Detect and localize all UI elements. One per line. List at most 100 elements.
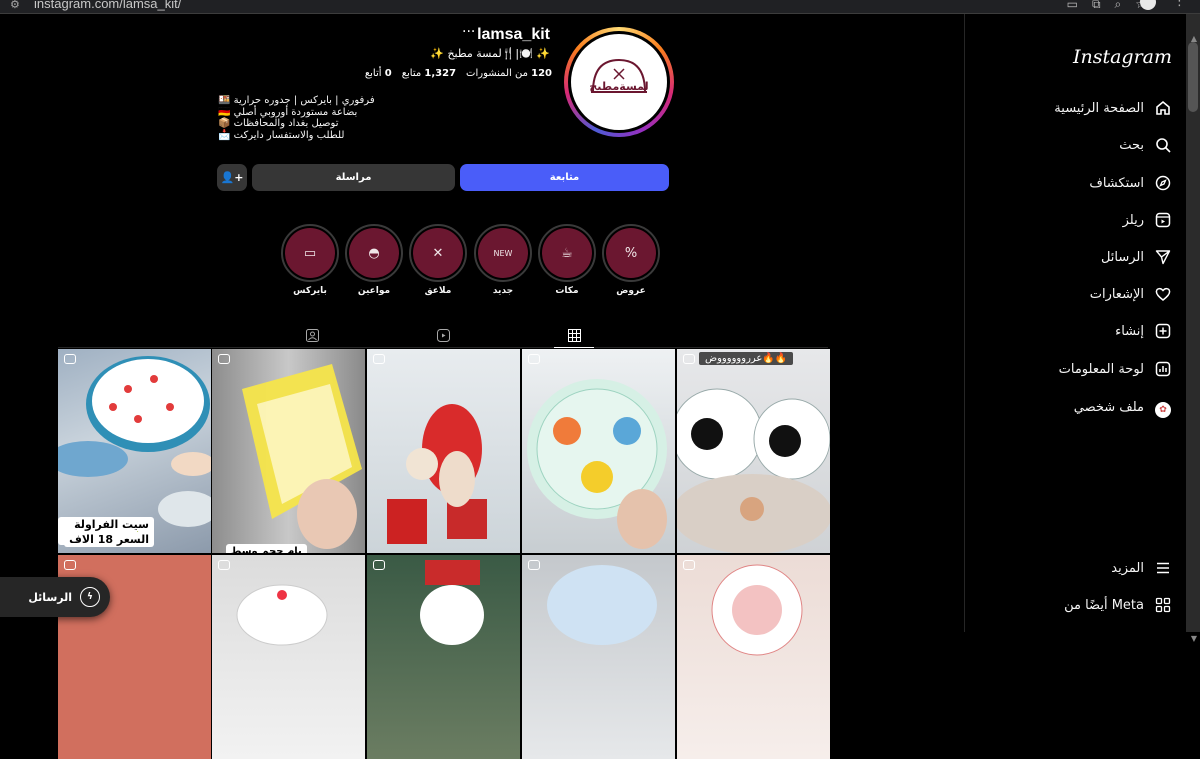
bio-line: 📦 توصيل بغداد والمحافظات bbox=[218, 118, 339, 129]
sidebar-item-label: الرسائل bbox=[1100, 249, 1144, 265]
sidebar-item-label: أيضًا من Meta bbox=[1064, 597, 1144, 613]
sidebar-item-label: الصفحة الرئيسية bbox=[1054, 100, 1144, 116]
highlight-label: جديد bbox=[492, 286, 514, 296]
post-thumbnail[interactable] bbox=[522, 349, 675, 553]
scroll-thumb[interactable] bbox=[1188, 42, 1198, 112]
post-thumbnail[interactable] bbox=[367, 349, 520, 553]
bio-line: 🍱 فرفوري | بايركس | جدوره حرارية bbox=[218, 95, 375, 106]
dashboard-icon bbox=[1154, 361, 1172, 377]
profile-username: lamsa_kit bbox=[477, 26, 550, 43]
post-thumbnail[interactable] bbox=[522, 555, 675, 759]
sidebar-item-messages[interactable]: الرسائل bbox=[986, 243, 1186, 271]
post-image bbox=[242, 364, 362, 549]
reel-icon bbox=[218, 560, 230, 570]
sidebar-item-create[interactable]: إنشاء bbox=[986, 317, 1186, 345]
highlight-label: مواعين bbox=[357, 286, 391, 296]
sidebar-item-explore[interactable]: استكشاف bbox=[986, 169, 1186, 197]
add-person-icon: 👤+ bbox=[220, 171, 244, 184]
reel-icon bbox=[683, 354, 695, 364]
highlight-label: عروض bbox=[616, 286, 646, 296]
page-scrollbar[interactable]: ▲ ▼ bbox=[1186, 14, 1200, 643]
mug-icon: ☕ bbox=[542, 228, 592, 278]
reel-icon bbox=[373, 354, 385, 364]
bowl-icon: ◓ bbox=[349, 228, 399, 278]
browser-address-bar: ⚙ instagram.com/lamsa_kit/ ▭⧉⌕☆ ⋮ bbox=[0, 0, 1200, 14]
reel-icon bbox=[64, 560, 76, 570]
utensils-icon: ✕ bbox=[413, 228, 463, 278]
followers-stat[interactable]: 1,327 متابع bbox=[402, 68, 456, 79]
reel-icon bbox=[64, 354, 76, 364]
send-icon bbox=[1154, 249, 1172, 265]
tab-tagged[interactable] bbox=[292, 324, 332, 346]
profile-picture[interactable]: لمسةمطبخ bbox=[564, 27, 674, 137]
brand-logo-text: لمسةمطبخ bbox=[589, 80, 648, 93]
sidebar-item-label: بحث bbox=[1119, 137, 1144, 153]
url-text[interactable]: instagram.com/lamsa_kit/ bbox=[34, 0, 181, 11]
reel-icon bbox=[683, 560, 695, 570]
browser-menu-icon[interactable]: ⋮ bbox=[1173, 0, 1186, 9]
post-caption: بام حجم وسط bbox=[226, 544, 307, 553]
highlight-label: بايركس bbox=[293, 286, 327, 296]
post-thumbnail[interactable]: عررووووووض🔥🔥 bbox=[677, 349, 830, 553]
highlight-pyrex[interactable]: ▭ بايركس bbox=[281, 224, 339, 296]
reels-icon bbox=[436, 328, 450, 342]
post-caption: السعر 18 الاف bbox=[64, 532, 154, 547]
sidebar-item-label: الإشعارات bbox=[1089, 286, 1144, 302]
sidebar-item-home[interactable]: الصفحة الرئيسية bbox=[986, 94, 1186, 122]
highlight-dishes[interactable]: ◓ مواعين bbox=[345, 224, 403, 296]
bio-line: 🇩🇪 بضاعة مستوردة أوروبي أصلي bbox=[218, 106, 358, 118]
highlight-label: ملاعق bbox=[424, 286, 452, 296]
post-image bbox=[711, 564, 803, 656]
post-thumbnail[interactable] bbox=[367, 555, 520, 759]
sidebar-item-meta[interactable]: أيضًا من Meta bbox=[986, 591, 1186, 619]
sidebar-item-label: استكشاف bbox=[1089, 175, 1144, 191]
highlight-offers[interactable]: % عروض bbox=[602, 224, 660, 296]
apps-grid-icon bbox=[1154, 597, 1172, 613]
tab-reels[interactable] bbox=[423, 324, 463, 346]
reel-icon bbox=[373, 560, 385, 570]
sidebar-item-notifications[interactable]: الإشعارات bbox=[986, 280, 1186, 308]
post-thumbnail[interactable] bbox=[212, 555, 365, 759]
tagged-icon bbox=[305, 328, 319, 342]
post-thumbnail[interactable] bbox=[677, 555, 830, 759]
following-stat[interactable]: 0 أتابع bbox=[365, 68, 392, 79]
site-info-icon[interactable]: ⚙ bbox=[10, 0, 20, 11]
profile-avatar-icon: ✿ bbox=[1154, 397, 1172, 418]
sidebar-item-label: المزيد bbox=[1111, 560, 1144, 576]
post-thumbnail[interactable]: بام حجم وسط bbox=[212, 349, 365, 553]
sidebar-item-dashboard[interactable]: لوحة المعلومات bbox=[986, 355, 1186, 383]
sidebar-item-label: ريلز bbox=[1122, 212, 1144, 228]
post-thumbnail[interactable]: سيت الفراولة 🍓 السعر 18 الاف bbox=[58, 349, 211, 553]
scroll-down-icon[interactable]: ▼ bbox=[1191, 634, 1197, 643]
message-button[interactable]: مراسلة bbox=[252, 164, 455, 191]
tab-posts[interactable] bbox=[554, 324, 594, 348]
options-icon[interactable]: ··· bbox=[462, 24, 475, 40]
highlight-mugs[interactable]: ☕ مكات bbox=[538, 224, 596, 296]
sidebar-item-profile[interactable]: ملف شخصي ✿ bbox=[986, 393, 1186, 421]
profile-stats: 120 من المنشورات 1,327 متابع 0 أتابع bbox=[365, 68, 552, 79]
posts-stat: 120 من المنشورات bbox=[466, 68, 552, 79]
post-image bbox=[236, 584, 328, 646]
sidebar-item-search[interactable]: بحث bbox=[986, 131, 1186, 159]
baking-dish-icon: ▭ bbox=[285, 228, 335, 278]
reels-icon bbox=[1154, 212, 1172, 228]
post-image bbox=[420, 560, 484, 645]
highlight-spoons[interactable]: ✕ ملاعق bbox=[409, 224, 467, 296]
sidebar-item-reels[interactable]: ريلز bbox=[986, 206, 1186, 234]
highlight-new[interactable]: NEW جديد bbox=[474, 224, 532, 296]
tabs-divider bbox=[58, 347, 828, 348]
reel-icon bbox=[528, 354, 540, 364]
messages-pill-button[interactable]: الرسائل ϟ bbox=[0, 577, 110, 617]
menu-icon bbox=[1154, 560, 1172, 576]
plus-square-icon bbox=[1154, 323, 1172, 339]
messenger-icon: ϟ bbox=[80, 587, 100, 607]
post-image bbox=[387, 404, 487, 544]
messages-pill-label: الرسائل bbox=[28, 590, 72, 604]
suggested-users-button[interactable]: 👤+ bbox=[217, 164, 247, 191]
post-image bbox=[547, 565, 657, 645]
post-image bbox=[527, 379, 667, 549]
sidebar-item-more[interactable]: المزيد bbox=[986, 554, 1186, 582]
follow-button[interactable]: متابعة bbox=[460, 164, 669, 191]
reel-icon bbox=[528, 560, 540, 570]
instagram-logo[interactable]: Instagram bbox=[1073, 46, 1172, 68]
